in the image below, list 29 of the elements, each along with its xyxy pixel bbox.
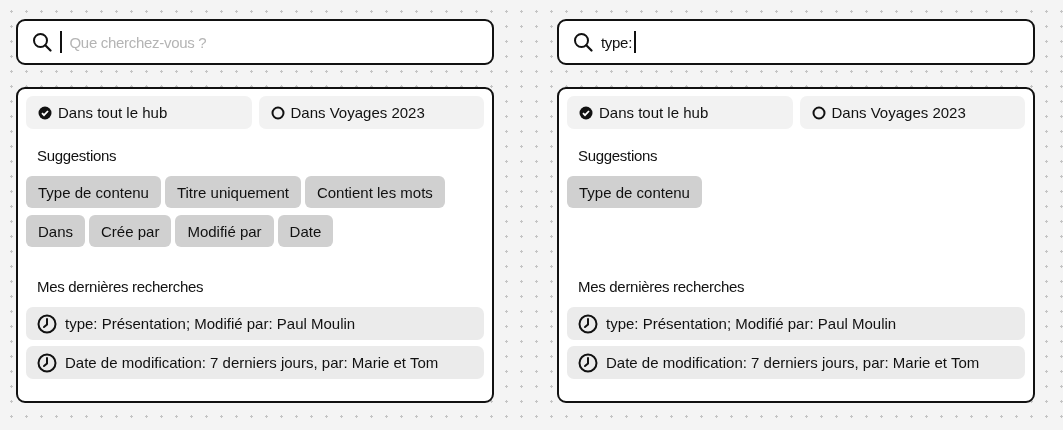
search-icon <box>32 32 52 52</box>
clock-icon <box>37 352 57 373</box>
suggestion-chip[interactable]: Contient les mots <box>304 176 445 208</box>
suggestion-chip[interactable]: Date <box>277 215 334 247</box>
search-icon <box>573 32 593 52</box>
scope-option[interactable]: Dans tout le hub <box>26 96 252 129</box>
recent-search-item[interactable]: Date de modification: 7 derniers jours, par: Marie et Tom <box>26 346 484 379</box>
suggestion-chip[interactable]: Type de contenu <box>567 176 702 208</box>
section-heading: Mes dernières recherches <box>36 278 205 295</box>
search-field[interactable]: type: <box>557 19 1035 65</box>
section-heading: Suggestions <box>577 147 659 164</box>
text-cursor <box>60 31 62 53</box>
scope-option[interactable]: Dans tout le hub <box>567 96 793 129</box>
clock-icon <box>37 313 57 334</box>
recent-search-item[interactable]: type: Présentation; Modifié par: Paul Moulin <box>567 307 1025 340</box>
suggestion-chip[interactable]: Titre uniquement <box>164 176 301 208</box>
recent-search-item[interactable]: type: Présentation; Modifié par: Paul Moulin <box>26 307 484 340</box>
clock-icon <box>578 313 598 334</box>
suggestion-chip[interactable]: Type de contenu <box>26 176 161 208</box>
suggestion-chip[interactable]: Dans <box>26 215 86 247</box>
text-cursor <box>634 31 636 53</box>
scope-option[interactable]: Dans Voyages 2023 <box>799 96 1025 129</box>
scope-option[interactable]: Dans Voyages 2023 <box>258 96 484 129</box>
clock-icon <box>578 352 598 373</box>
suggestion-chip[interactable]: Modifié par <box>175 215 274 247</box>
section-heading: Suggestions <box>36 147 118 164</box>
section-heading: Mes dernières recherches <box>577 278 746 295</box>
suggestion-chip[interactable]: Crée par <box>89 215 172 247</box>
recent-search-item[interactable]: Date de modification: 7 derniers jours, par: Marie et Tom <box>567 346 1025 379</box>
